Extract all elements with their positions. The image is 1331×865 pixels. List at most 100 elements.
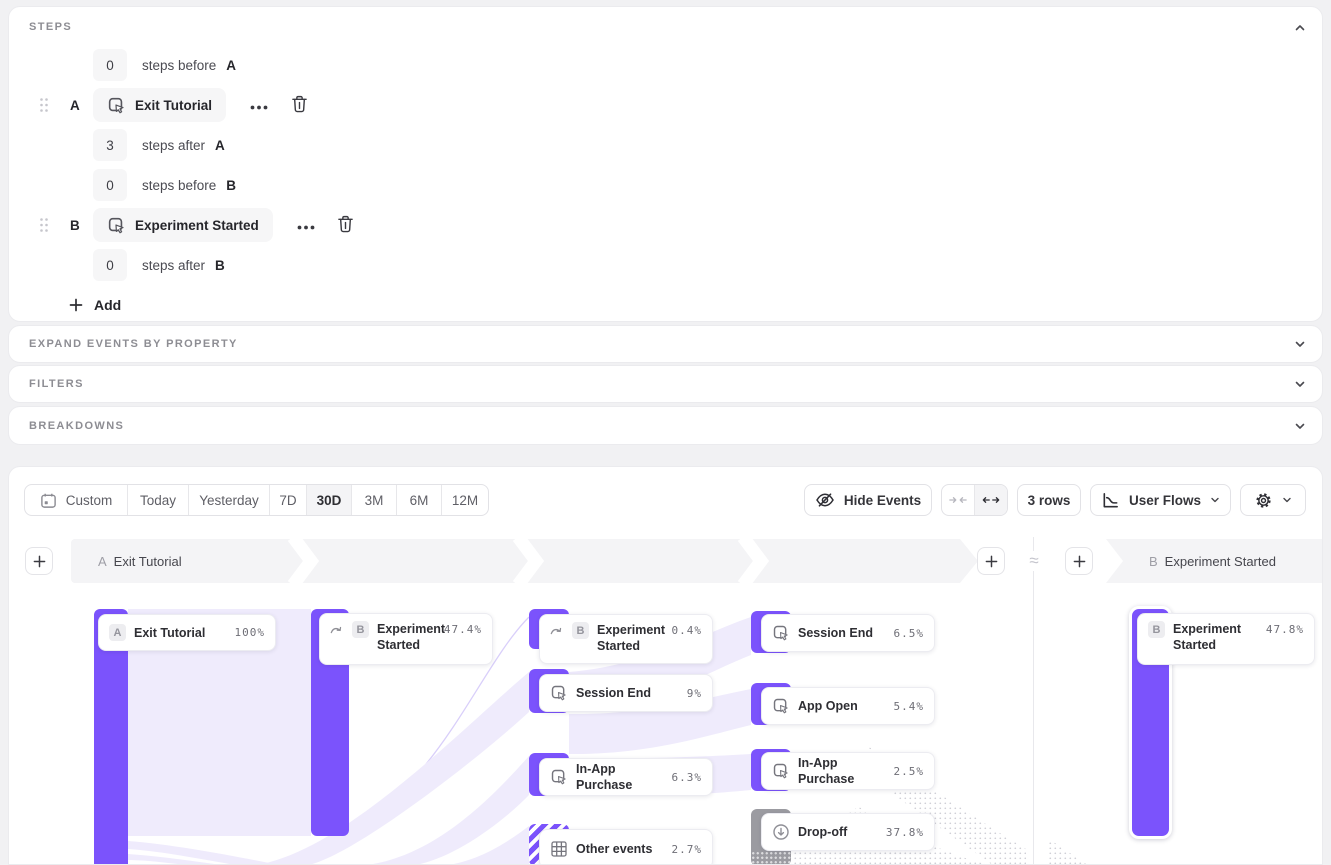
flow-column-header-a[interactable]: AExit Tutorial bbox=[71, 539, 978, 583]
steps-after-b-input[interactable]: 0 bbox=[93, 249, 127, 281]
flow-arrow-icon bbox=[550, 625, 564, 636]
node-card-in-app-purchase-1[interactable]: In-App Purchase 6.3% bbox=[539, 758, 713, 796]
date-range-30d[interactable]: 30D bbox=[307, 485, 352, 515]
section-filters[interactable]: FILTERS bbox=[8, 365, 1323, 403]
date-range-today[interactable]: Today bbox=[128, 485, 189, 515]
step-b-delete-button[interactable] bbox=[335, 214, 357, 236]
view-selector-button[interactable]: User Flows bbox=[1090, 484, 1231, 516]
expand-columns-button[interactable] bbox=[975, 485, 1008, 515]
node-percent: 47.8% bbox=[1266, 623, 1304, 636]
add-step-button[interactable]: Add bbox=[69, 289, 159, 321]
event-icon bbox=[550, 684, 568, 702]
node-card-experiment-started-b[interactable]: B Experiment Started 47.8% bbox=[1137, 613, 1315, 665]
node-label: In-App Purchase bbox=[798, 755, 886, 787]
drop-off-icon bbox=[772, 823, 790, 841]
step-b-more-button[interactable] bbox=[295, 214, 317, 236]
flow-arrow-icon bbox=[330, 624, 344, 635]
settings-button[interactable] bbox=[1240, 484, 1306, 516]
chevron-down-icon bbox=[1282, 495, 1292, 505]
node-card-session-end-2[interactable]: Session End 6.5% bbox=[761, 614, 935, 652]
node-label: Drop-off bbox=[798, 824, 878, 840]
section-breakdowns[interactable]: BREAKDOWNS bbox=[8, 406, 1323, 445]
date-range-7d[interactable]: 7D bbox=[270, 485, 307, 515]
node-percent: 5.4% bbox=[894, 700, 925, 713]
steps-after-b-value: 0 bbox=[106, 258, 114, 273]
rows-count-label: 3 rows bbox=[1028, 493, 1071, 508]
date-range-12m[interactable]: 12M bbox=[442, 485, 488, 515]
date-range-6m[interactable]: 6M bbox=[397, 485, 442, 515]
step-a-event-button[interactable]: Exit Tutorial bbox=[93, 88, 226, 122]
gear-icon bbox=[1254, 491, 1273, 510]
node-card-session-end-1[interactable]: Session End 9% bbox=[539, 674, 713, 712]
step-b-event-button[interactable]: Experiment Started bbox=[93, 208, 273, 242]
event-icon bbox=[772, 762, 790, 780]
steps-before-a-input[interactable]: 0 bbox=[93, 49, 127, 81]
step-badge: B bbox=[572, 622, 589, 639]
steps-after-label: steps after bbox=[142, 138, 205, 153]
section-label: BREAKDOWNS bbox=[29, 420, 124, 432]
trash-icon bbox=[291, 95, 308, 116]
collapse-columns-button[interactable] bbox=[942, 485, 975, 515]
user-flows-icon bbox=[1101, 491, 1120, 510]
step-ref-letter: A bbox=[215, 138, 225, 153]
node-card-experiment-started-1[interactable]: B Experiment Started 47.4% bbox=[319, 613, 493, 665]
node-card-experiment-started-2[interactable]: B Experiment Started 0.4% bbox=[539, 614, 713, 664]
trash-icon bbox=[337, 215, 354, 236]
steps-before-b-row: 0 steps before B bbox=[9, 165, 1322, 205]
step-a-more-button[interactable] bbox=[248, 94, 270, 116]
node-card-other-events[interactable]: Other events 2.7% bbox=[539, 829, 713, 865]
collapse-steps-button[interactable] bbox=[1290, 19, 1310, 39]
rows-count-button[interactable]: 3 rows bbox=[1017, 484, 1081, 516]
event-icon bbox=[772, 624, 790, 642]
flow-column-header-b[interactable]: BExperiment Started bbox=[1106, 539, 1323, 583]
section-expand-events-by-property[interactable]: EXPAND EVENTS BY PROPERTY bbox=[8, 325, 1323, 363]
step-ref-letter: B bbox=[226, 178, 236, 193]
chevron-down-icon bbox=[1294, 338, 1306, 350]
node-card-exit-tutorial[interactable]: A Exit Tutorial 100% bbox=[98, 614, 276, 651]
node-label: Session End bbox=[576, 685, 679, 701]
add-step-after-button[interactable] bbox=[977, 547, 1005, 575]
date-range-yesterday[interactable]: Yesterday bbox=[189, 485, 270, 515]
steps-after-a-input[interactable]: 3 bbox=[93, 129, 127, 161]
step-letter: A bbox=[98, 554, 107, 569]
event-icon bbox=[772, 697, 790, 715]
flow-panel: Custom Today Yesterday 7D 30D 3M 6M 12M … bbox=[8, 466, 1323, 865]
more-dots-icon bbox=[250, 98, 268, 113]
chevron-down-icon bbox=[1210, 495, 1220, 505]
step-badge: B bbox=[1148, 621, 1165, 638]
step-a-event-label: Exit Tutorial bbox=[135, 98, 212, 113]
step-badge: B bbox=[352, 621, 369, 638]
step-b-letter: B bbox=[70, 218, 84, 233]
steps-after-a-value: 3 bbox=[106, 138, 114, 153]
node-card-app-open[interactable]: App Open 5.4% bbox=[761, 687, 935, 725]
date-range-custom[interactable]: Custom bbox=[25, 485, 128, 515]
step-badge: A bbox=[109, 624, 126, 641]
step-ref-letter: B bbox=[215, 258, 225, 273]
node-label: Exit Tutorial bbox=[134, 625, 227, 641]
steps-before-b-input[interactable]: 0 bbox=[93, 169, 127, 201]
step-name: Experiment Started bbox=[1165, 554, 1276, 569]
steps-before-a-value: 0 bbox=[106, 58, 114, 73]
date-range-label: Custom bbox=[66, 493, 113, 508]
step-a-delete-button[interactable] bbox=[288, 94, 310, 116]
node-label: Experiment Started bbox=[1173, 621, 1258, 653]
step-b-row: B Experiment Started bbox=[9, 205, 1322, 245]
drop-off-dots-texture bbox=[751, 851, 791, 865]
sankey-ribbons bbox=[9, 467, 1323, 865]
node-percent: 6.3% bbox=[672, 771, 703, 784]
step-a-row: A Exit Tutorial bbox=[9, 85, 1322, 125]
column-separator-chevrons bbox=[71, 539, 978, 583]
steps-before-b-value: 0 bbox=[106, 178, 114, 193]
hide-events-button[interactable]: Hide Events bbox=[804, 484, 932, 516]
node-card-in-app-purchase-2[interactable]: In-App Purchase 2.5% bbox=[761, 752, 935, 790]
chevron-up-icon bbox=[1294, 22, 1306, 37]
node-percent: 9% bbox=[687, 687, 702, 700]
add-step-before-b-button[interactable] bbox=[1065, 547, 1093, 575]
drag-handle[interactable] bbox=[39, 97, 49, 113]
date-range-3m[interactable]: 3M bbox=[352, 485, 397, 515]
drag-handle[interactable] bbox=[39, 217, 49, 233]
node-percent: 47.4% bbox=[444, 623, 482, 636]
step-b-event-label: Experiment Started bbox=[135, 218, 259, 233]
node-card-drop-off[interactable]: Drop-off 37.8% bbox=[761, 813, 935, 851]
add-step-before-button[interactable] bbox=[25, 547, 53, 575]
